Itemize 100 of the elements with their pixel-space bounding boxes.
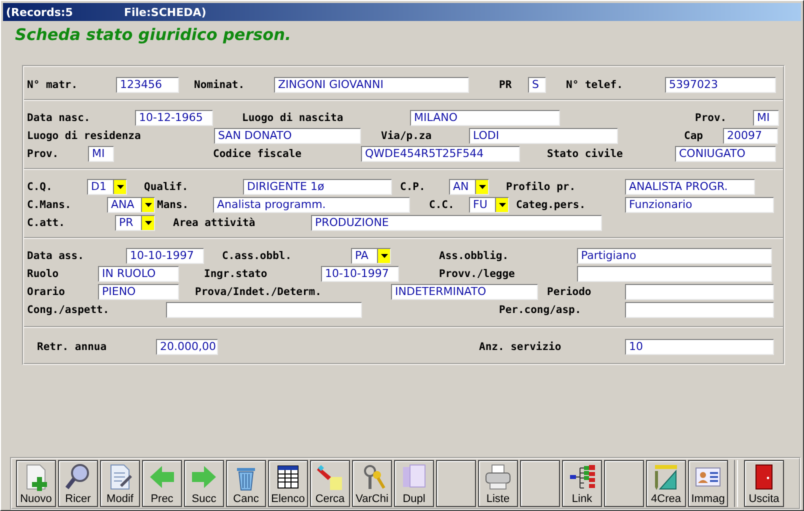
field-label: Provv./legge: [439, 268, 515, 280]
text-field[interactable]: 10-10-1997: [321, 266, 399, 282]
text-field[interactable]: [625, 284, 774, 300]
text-field[interactable]: CONIUGATO: [675, 146, 776, 162]
text-field[interactable]: Partigiano: [577, 248, 772, 264]
text-field[interactable]: MILANO: [410, 110, 560, 126]
dropdown-field[interactable]: FU: [469, 196, 509, 212]
field-label: Cap: [684, 130, 703, 142]
toolbar-button[interactable]: 4Crea: [646, 460, 686, 507]
toolbar-button[interactable]: Immag: [688, 460, 728, 507]
empty-toolbar-button[interactable]: [436, 460, 476, 507]
caret-icon: [380, 254, 388, 258]
text-field[interactable]: [166, 302, 362, 318]
field-label: N° matr.: [27, 78, 78, 90]
field-label: Ass.obblig.: [439, 250, 509, 262]
text-field[interactable]: 10-12-1965: [135, 110, 213, 126]
dropdown-field[interactable]: PA: [351, 248, 391, 264]
dropdown-field[interactable]: D1: [87, 178, 127, 194]
field-label: Prov.: [27, 148, 59, 160]
text-field[interactable]: PIENO: [98, 284, 179, 300]
field-label: Qualif.: [144, 180, 188, 192]
field-label: Prova/Indet./Determ.: [195, 286, 322, 298]
drafting-tools-icon: [652, 463, 680, 491]
field-label: Area attività: [173, 216, 256, 228]
file-name: File:SCHEDA): [124, 6, 206, 18]
toolbar-button[interactable]: Dupl: [394, 460, 434, 507]
empty-toolbar-button[interactable]: [520, 460, 560, 507]
text-field[interactable]: ANALISTA PROGR.: [625, 178, 755, 194]
toolbar-button[interactable]: Link: [562, 460, 602, 507]
text-field[interactable]: 10: [625, 338, 774, 354]
toolbar-button[interactable]: Modif: [100, 460, 140, 507]
field-label: Data ass.: [27, 250, 84, 262]
empty-toolbar-button[interactable]: [604, 460, 644, 507]
field-label: Prov.: [695, 112, 727, 124]
field-label: C.att.: [27, 216, 65, 228]
toolbar-button[interactable]: VarChi: [352, 460, 392, 507]
caret-icon: [144, 202, 152, 206]
toolbar-button[interactable]: Cerca: [310, 460, 350, 507]
field-label: C.Q.: [27, 180, 52, 192]
text-field[interactable]: [577, 266, 772, 282]
field-label: Ruolo: [27, 268, 59, 280]
text-field[interactable]: 20.000,00: [156, 338, 218, 354]
text-field[interactable]: IN RUOLO: [98, 266, 179, 282]
field-label: C.P.: [400, 180, 426, 192]
field-label: Periodo: [547, 286, 592, 298]
field-label: Cong./aspett.: [27, 304, 110, 316]
text-field[interactable]: ZINGONI GIOVANNI: [274, 76, 469, 92]
field-label: Nominat.: [194, 78, 245, 90]
dropdown-field[interactable]: PR: [115, 214, 155, 230]
field-label: C.ass.obbl.: [222, 250, 292, 262]
caret-icon: [478, 184, 486, 188]
field-label: Stato civile: [547, 148, 623, 160]
right-arrow-icon: [190, 463, 218, 491]
text-field[interactable]: MI: [753, 110, 779, 126]
search-icon: [64, 463, 92, 491]
caret-icon: [116, 184, 124, 188]
text-field[interactable]: DIRIGENTE 1ø: [243, 178, 392, 194]
left-arrow-icon: [148, 463, 176, 491]
dropdown-field[interactable]: ANA: [107, 196, 155, 212]
text-field[interactable]: Analista programm.: [213, 196, 410, 212]
text-field[interactable]: PRODUZIONE: [311, 214, 602, 230]
text-field[interactable]: SAN DONATO: [214, 128, 361, 144]
text-field[interactable]: MI: [88, 146, 114, 162]
field-label: Data nasc.: [27, 112, 90, 124]
text-field[interactable]: 10-10-1997: [126, 248, 204, 264]
dropdown-field[interactable]: AN: [449, 178, 489, 194]
field-label: N° telef.: [566, 78, 623, 90]
text-field[interactable]: QWDE454R5T25F544: [361, 146, 520, 162]
field-label: Retr. annua: [37, 340, 107, 352]
toolbar-button[interactable]: Uscita: [744, 460, 784, 507]
field-label: Ingr.stato: [204, 268, 268, 280]
field-label: Profilo pr.: [506, 180, 576, 192]
field-label: Per.cong/asp.: [499, 304, 582, 316]
toolbar-button[interactable]: Liste: [478, 460, 518, 507]
form-title: Scheda stato giuridico person.: [14, 24, 292, 45]
caret-icon: [498, 202, 506, 206]
toolbar-button[interactable]: Ricer: [58, 460, 98, 507]
text-field[interactable]: 123456: [116, 76, 179, 92]
field-label: C.C.: [429, 198, 454, 210]
text-field[interactable]: INDETERMINATO: [391, 284, 538, 300]
records-count: (Records:5: [6, 6, 74, 18]
toolbar-button[interactable]: Canc: [226, 460, 266, 507]
field-label: Luogo di nascita: [242, 112, 344, 124]
text-field[interactable]: LODI: [469, 128, 618, 144]
field-label: PR: [499, 78, 512, 90]
text-field[interactable]: 5397023: [665, 76, 776, 92]
text-field[interactable]: [625, 302, 774, 318]
hierarchy-icon: [568, 463, 596, 491]
field-label: Codice fiscale: [213, 148, 302, 160]
field-label: Luogo di residenza: [27, 130, 141, 142]
toolbar-button[interactable]: Elenco: [268, 460, 308, 507]
text-field[interactable]: S: [528, 76, 546, 92]
toolbar-button[interactable]: Succ: [184, 460, 224, 507]
text-field[interactable]: 20097: [723, 128, 778, 144]
text-field[interactable]: Funzionario: [625, 196, 774, 212]
toolbar-button[interactable]: Prec: [142, 460, 182, 507]
field-label: Anz. servizio: [479, 340, 562, 352]
field-label: Mans.: [157, 198, 189, 210]
highlighter-icon: [316, 463, 344, 491]
toolbar-button[interactable]: Nuovo: [16, 460, 56, 507]
